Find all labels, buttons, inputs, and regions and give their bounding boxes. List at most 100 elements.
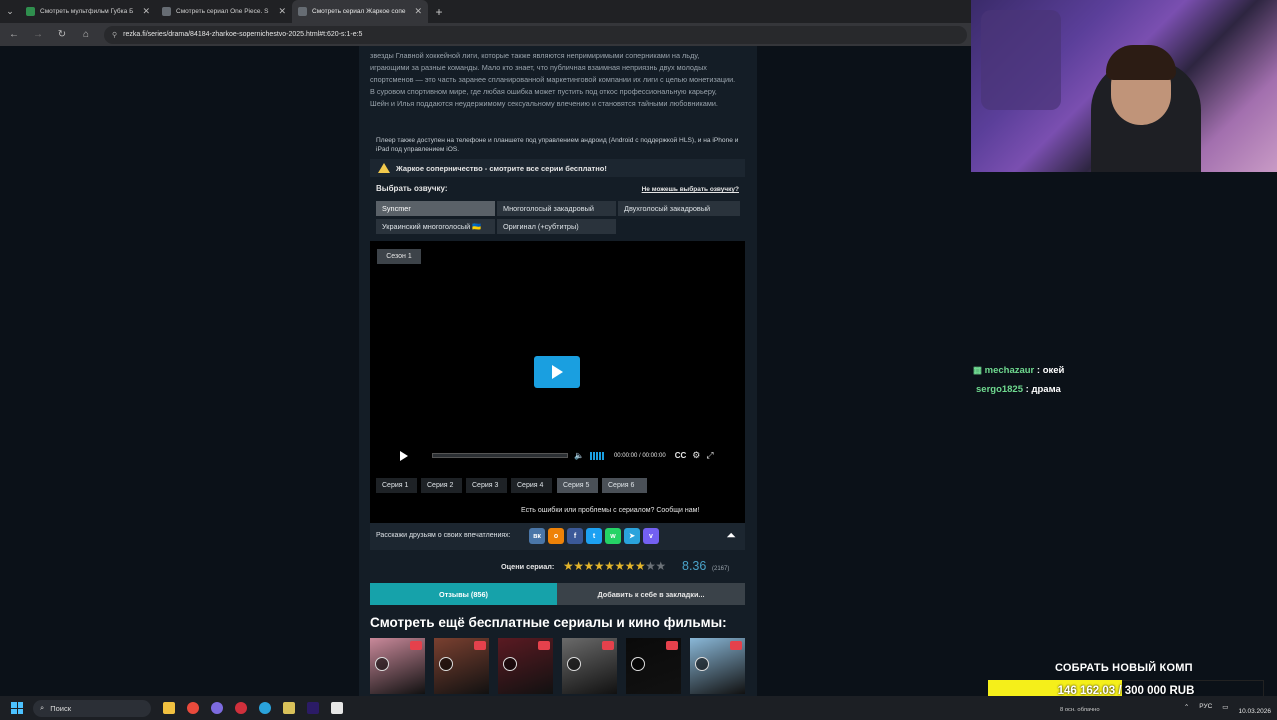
star-icon[interactable]: ★ [655,559,666,573]
dub-option-multivoice[interactable]: Многоголосый закадровый [497,201,616,216]
vk-share-icon[interactable]: вк [529,528,545,544]
obs-icon[interactable] [331,702,343,714]
back-icon[interactable]: ← [8,29,20,40]
telegram-icon[interactable] [259,702,271,714]
episode-5[interactable]: Серия 5 [557,478,598,493]
app-icon-2[interactable] [283,702,295,714]
settings-icon[interactable]: ⚙ [692,450,700,461]
banner-text: Жаркое соперничество - смотрите все сери… [396,163,607,173]
ok-share-icon[interactable]: о [548,528,564,544]
tab-favicon-icon [26,7,35,16]
recommended-thumbnail[interactable] [562,638,617,694]
recommended-thumbnail[interactable] [434,638,489,694]
tab-title: Смотреть мультфильм Губка Б [40,8,134,15]
tab-close-icon[interactable]: ✕ [414,6,422,17]
chat-username: sergo1825 [976,384,1024,395]
telegram-share-icon[interactable]: ➤ [624,528,640,544]
episode-2[interactable]: Серия 2 [421,478,462,493]
tab-search-icon[interactable]: ⌄ [0,6,20,17]
reviews-button[interactable]: Отзывы (856) [370,583,557,605]
play-icon [631,657,645,671]
star-icon[interactable]: ★ [563,559,574,573]
recommended-thumbnail[interactable] [626,638,681,694]
chat-username: mechazaur [984,365,1035,376]
dub-option-ukrainian[interactable]: Украинский многоголосый 🇺🇦 [376,219,495,234]
reload-icon[interactable]: ↻ [56,29,68,40]
network-icon[interactable]: ▭ [1222,703,1228,711]
facebook-share-icon[interactable]: f [567,528,583,544]
tab-favicon-icon [162,7,171,16]
app-icon[interactable] [211,702,223,714]
weather-widget[interactable]: 8 осн. облачно [1060,707,1100,713]
home-icon[interactable]: ⌂ [80,29,92,40]
recommended-thumbnail[interactable] [690,638,745,694]
play-icon [503,657,517,671]
star-icon[interactable]: ★ [584,559,595,573]
fullscreen-icon[interactable]: ⤢ [706,450,713,461]
whatsapp-share-icon[interactable]: w [605,528,621,544]
dub-option-twovoice[interactable]: Двухголосый закадровый [618,201,740,216]
star-icon[interactable]: ★ [645,559,656,573]
browser-tab[interactable]: Смотреть сериал Жаркое сопе ✕ [292,0,428,23]
tab-title: Смотреть сериал One Piece. S [176,8,269,15]
recommended-thumbnail[interactable] [370,638,425,694]
star-icon[interactable]: ★ [625,559,636,573]
chrome-icon[interactable] [187,702,199,714]
tab-close-icon[interactable]: ✕ [278,6,286,17]
time-display: 00:00:00 / 00:00:00 [613,452,666,459]
report-problem-link[interactable]: Есть ошибки или проблемы с сериалом? Соо… [521,507,699,514]
star-icon[interactable]: ★ [594,559,605,573]
lang-indicator[interactable]: РУС [1199,703,1212,710]
volume-slider[interactable] [589,451,604,460]
dub-help-link[interactable]: Не можешь выбрать озвучку? [642,186,739,193]
episode-3[interactable]: Серия 3 [466,478,507,493]
star-icon[interactable]: ★ [604,559,615,573]
recommended-thumbnail[interactable] [498,638,553,694]
dub-option-syncmer[interactable]: Syncmer [376,201,495,216]
star-icon[interactable]: ★ [614,559,625,573]
site-info-icon[interactable]: ⚲ [112,31,117,39]
subtitles-icon[interactable]: CC [675,451,687,460]
season-selector[interactable]: Сезон 1 [377,249,421,264]
twitter-share-icon[interactable]: t [586,528,602,544]
player-availability-note: Плеер также доступен на телефоне и планш… [376,137,739,153]
play-pause-icon[interactable] [400,450,408,461]
url-field[interactable]: ⚲ rezka.fi/series/drama/84184-zharkoe-so… [104,25,967,44]
episode-4[interactable]: Серия 4 [511,478,552,493]
play-icon [439,657,453,671]
viber-share-icon[interactable]: v [643,528,659,544]
play-icon [551,365,563,379]
webcam-overlay [971,0,1277,172]
browser-tab[interactable]: Смотреть сериал One Piece. S ✕ [156,0,292,23]
start-icon[interactable] [11,702,23,714]
system-tray: ⌃ РУС ▭ 10.03.2026 [1184,698,1271,715]
volume-icon[interactable]: 🔈 [574,451,584,460]
seek-bar[interactable] [432,453,568,458]
more-series-heading: Смотреть ещё бесплатные сериалы и кино ф… [370,615,727,630]
star-icon[interactable]: ★ [573,559,584,573]
chat-text: : драма [1025,384,1061,395]
file-explorer-icon[interactable] [163,702,175,714]
rating-value: 8.36 [682,559,707,573]
browser-tab[interactable]: Смотреть мультфильм Губка Б ✕ [20,0,156,23]
scroll-top-icon[interactable]: ⏶ [723,528,739,544]
rating-stars[interactable]: ★★★★★★★★★★ [563,559,666,573]
big-play-button[interactable] [534,356,580,388]
tab-close-icon[interactable]: ✕ [142,6,150,17]
bookmark-button[interactable]: Добавить к себе в закладки... [557,583,745,605]
episode-1[interactable]: Серия 1 [376,478,417,493]
new-tab-button[interactable]: + [428,5,450,19]
opera-icon[interactable] [235,702,247,714]
tab-title: Смотреть сериал Жаркое сопе [312,8,406,15]
star-icon[interactable]: ★ [635,559,646,573]
video-player[interactable] [370,241,745,469]
tray-up-icon[interactable]: ⌃ [1184,703,1189,711]
forward-icon[interactable]: → [32,29,44,40]
premiere-icon[interactable] [307,702,319,714]
video-badge-icon [730,641,742,650]
taskbar-search[interactable]: ⌕ Поиск [33,699,151,717]
share-label: Расскажи друзьям о своих впечатлениях: [376,532,511,539]
search-icon: ⌕ [40,703,45,712]
episode-6[interactable]: Серия 6 [602,478,647,493]
dub-option-original[interactable]: Оригинал (+субтитры) [497,219,616,234]
